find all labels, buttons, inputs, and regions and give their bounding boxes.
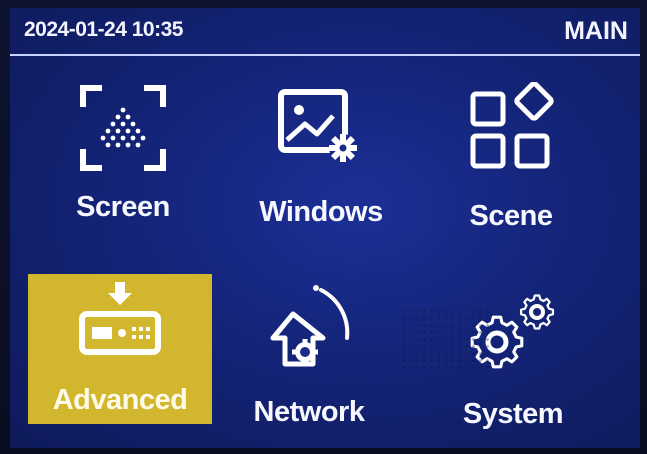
menu-item-label: Scene — [469, 200, 553, 232]
menu-item-label: Advanced — [52, 384, 188, 416]
speaker-grille — [400, 308, 490, 368]
network-icon — [216, 274, 402, 374]
menu-item-label: Network — [253, 396, 365, 428]
screen-icon — [30, 76, 216, 176]
lcd-screen: 2024-01-24 10:35 MAIN Screen Windows Sce… — [10, 8, 640, 448]
status-bar: 2024-01-24 10:35 MAIN — [10, 8, 640, 56]
scene-icon — [418, 76, 604, 176]
menu-item-label: System — [462, 398, 564, 430]
menu-item-network[interactable]: Network — [216, 274, 402, 428]
header-divider — [10, 54, 640, 56]
menu-item-label: Screen — [76, 191, 170, 223]
menu-item-screen[interactable]: Screen — [30, 76, 216, 226]
menu-item-advanced[interactable]: Advanced — [28, 274, 212, 424]
page-title: MAIN — [564, 17, 628, 45]
device-bezel: 2024-01-24 10:35 MAIN Screen Windows Sce… — [0, 0, 647, 454]
windows-icon — [228, 76, 414, 176]
advanced-icon — [28, 274, 212, 374]
menu-item-windows[interactable]: Windows — [228, 76, 414, 228]
menu-item-label: Windows — [259, 196, 383, 228]
datetime-display: 2024-01-24 10:35 — [24, 18, 183, 41]
menu-item-scene[interactable]: Scene — [418, 76, 604, 232]
